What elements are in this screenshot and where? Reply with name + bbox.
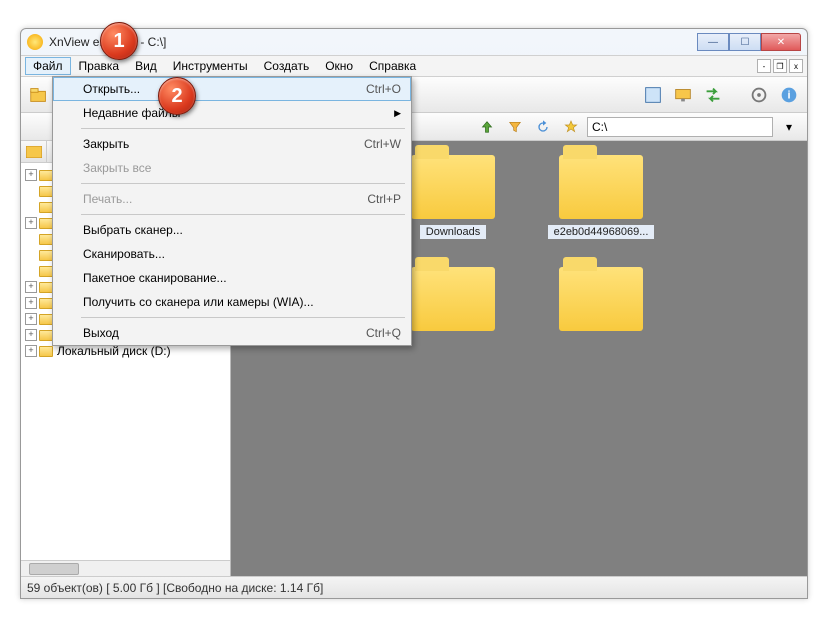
menu-recent-files[interactable]: Недавние файлы▶ xyxy=(53,101,411,125)
callout-marker-1: 1 xyxy=(100,22,138,60)
menubar: Файл Правка Вид Инструменты Создать Окно… xyxy=(21,55,807,77)
expander-icon[interactable]: + xyxy=(25,169,37,181)
info-icon[interactable]: i xyxy=(777,83,801,107)
menu-close[interactable]: ЗакрытьCtrl+W xyxy=(53,132,411,156)
menu-open[interactable]: Открыть...Ctrl+O xyxy=(53,77,411,101)
folder-icon xyxy=(559,155,643,219)
expander-icon[interactable]: + xyxy=(25,297,37,309)
menu-create[interactable]: Создать xyxy=(256,57,318,75)
folder-icon xyxy=(39,250,53,261)
folder-icon xyxy=(39,218,53,229)
expander-icon[interactable]: + xyxy=(25,329,37,341)
menu-close-all: Закрыть все xyxy=(53,156,411,180)
favorites-icon[interactable] xyxy=(559,115,583,139)
tree-scrollbar[interactable] xyxy=(21,560,230,576)
folder-icon xyxy=(39,186,53,197)
refresh-icon[interactable] xyxy=(531,115,555,139)
nav-up-icon[interactable] xyxy=(475,115,499,139)
app-icon xyxy=(27,34,43,50)
thumb-label: e2eb0d44968069... xyxy=(548,225,655,239)
slideshow-icon[interactable] xyxy=(671,83,695,107)
menu-batch-scan[interactable]: Пакетное сканирование... xyxy=(53,266,411,290)
expander-icon[interactable]: + xyxy=(25,281,37,293)
maximize-button[interactable]: ☐ xyxy=(729,33,761,51)
nav-back-icon[interactable] xyxy=(447,115,471,139)
folder-icon xyxy=(39,346,53,357)
address-text: C:\ xyxy=(592,120,607,134)
svg-text:i: i xyxy=(787,89,790,101)
menu-print: Печать...Ctrl+P xyxy=(53,187,411,211)
menu-file[interactable]: Файл xyxy=(25,57,71,75)
expander-icon[interactable]: + xyxy=(25,345,37,357)
expander-icon[interactable]: + xyxy=(25,217,37,229)
address-dropdown-icon[interactable]: ▾ xyxy=(777,115,801,139)
mdi-restore-button[interactable]: ❐ xyxy=(773,59,787,73)
address-bar[interactable]: C:\ xyxy=(587,117,773,137)
status-text: 59 объект(ов) [ 5.00 Гб ] [Свободно на д… xyxy=(27,581,323,595)
menu-tools[interactable]: Инструменты xyxy=(165,57,256,75)
folder-icon xyxy=(39,234,53,245)
mdi-close-button[interactable]: x xyxy=(789,59,803,73)
folder-icon xyxy=(39,266,53,277)
menu-select-scanner[interactable]: Выбрать сканер... xyxy=(53,218,411,242)
file-menu-dropdown: Открыть...Ctrl+O Недавние файлы▶ Закрыть… xyxy=(52,76,412,346)
folder-icon xyxy=(39,202,53,213)
minimize-button[interactable]: — xyxy=(697,33,729,51)
folder-icon xyxy=(411,155,495,219)
tab-folders-icon[interactable] xyxy=(21,141,47,162)
folder-icon xyxy=(39,170,53,181)
folder-thumb[interactable] xyxy=(541,267,661,331)
folder-icon xyxy=(39,298,53,309)
folder-icon xyxy=(559,267,643,331)
folder-icon xyxy=(39,282,53,293)
folder-thumb[interactable]: e2eb0d44968069... xyxy=(541,155,661,239)
window-title: XnView еватель - C:\] xyxy=(49,35,697,49)
menu-view[interactable]: Вид xyxy=(127,57,165,75)
menu-scan[interactable]: Сканировать... xyxy=(53,242,411,266)
mdi-minimize-button[interactable]: - xyxy=(757,59,771,73)
fullscreen-icon[interactable] xyxy=(641,83,665,107)
menu-exit[interactable]: ВыходCtrl+Q xyxy=(53,321,411,345)
expander-icon[interactable]: + xyxy=(25,313,37,325)
close-button[interactable]: ✕ xyxy=(761,33,801,51)
menu-window[interactable]: Окно xyxy=(317,57,361,75)
menu-wia[interactable]: Получить со сканера или камеры (WIA)... xyxy=(53,290,411,314)
filter-icon[interactable] xyxy=(503,115,527,139)
folder-icon xyxy=(39,314,53,325)
callout-marker-2: 2 xyxy=(158,77,196,115)
folder-icon xyxy=(39,330,53,341)
settings-icon[interactable] xyxy=(747,83,771,107)
tree-item-label: Локальный диск (D:) xyxy=(57,344,171,358)
open-file-icon[interactable] xyxy=(27,83,51,107)
convert-icon[interactable] xyxy=(701,83,725,107)
menu-help[interactable]: Справка xyxy=(361,57,424,75)
statusbar: 59 объект(ов) [ 5.00 Гб ] [Свободно на д… xyxy=(21,576,807,598)
folder-icon xyxy=(411,267,495,331)
thumb-label: Downloads xyxy=(420,225,486,239)
titlebar: XnView еватель - C:\] — ☐ ✕ xyxy=(21,29,807,55)
